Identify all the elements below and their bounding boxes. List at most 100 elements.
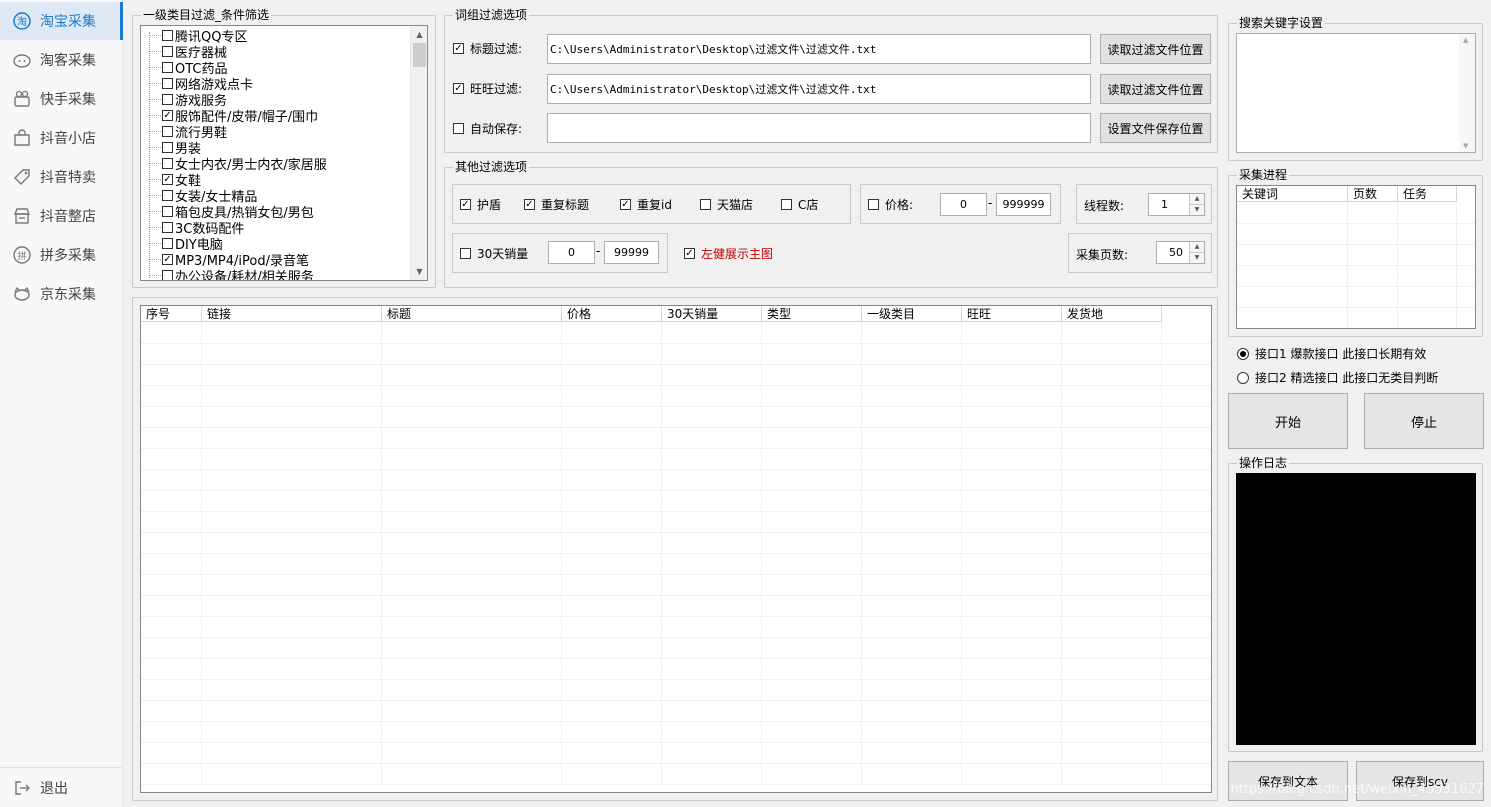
tree-item-checkbox[interactable] [162,157,173,169]
results-table[interactable]: 序号 链接 标题 价格 30天销量 类型 一级类目 旺旺 发货地 [140,305,1212,793]
nav-item-douyin-sale[interactable]: 抖音特卖 [0,158,123,196]
table-cell [562,470,662,491]
read-title-filter-button[interactable]: 读取过滤文件位置 [1100,34,1211,64]
table-cell [202,722,382,743]
table-cell [141,533,202,554]
column-header[interactable]: 类型 [762,306,862,322]
column-header[interactable]: 页数 [1348,186,1398,202]
column-header[interactable]: 标题 [382,306,562,322]
table-cell [141,596,202,617]
scroll-down-icon[interactable]: ▼ [1463,142,1468,150]
auto-save-path-field[interactable] [547,113,1091,143]
title-filter-checkbox[interactable]: 标题过滤: [453,40,522,56]
spin-up-icon[interactable]: ▲ [1189,194,1204,205]
tree-item-checkbox[interactable] [162,93,173,105]
tree-item-checkbox[interactable] [162,269,173,280]
left-click-preview-checkbox[interactable]: 左健展示主图 [684,245,773,262]
read-wangwang-filter-button[interactable]: 读取过滤文件位置 [1100,74,1211,104]
column-header[interactable]: 链接 [202,306,382,322]
duplicate-id-label: 重复id [637,198,672,212]
pages-stepper[interactable]: 50 ▲ ▼ [1156,241,1205,264]
price-min-field[interactable]: 0 [940,193,987,216]
tree-item-checkbox[interactable] [162,109,173,121]
interface2-radio[interactable]: 接口2 精选接口 此接口无类目判断 [1237,369,1438,386]
save-text-button[interactable]: 保存到文本 [1228,761,1348,801]
tmall-checkbox[interactable]: 天猫店 [700,196,753,213]
table-cell [762,512,862,533]
price-max-field[interactable]: 999999 [996,193,1051,216]
column-header[interactable]: 关键词 [1237,186,1348,202]
spin-down-icon[interactable]: ▼ [1189,252,1204,263]
sales30-min-field[interactable]: 0 [548,241,595,264]
set-save-location-button[interactable]: 设置文件保存位置 [1100,113,1211,143]
table-cell [662,575,762,596]
shield-checkbox[interactable]: 护盾 [460,196,501,213]
c-store-checkbox[interactable]: C店 [781,196,818,213]
spin-down-icon[interactable]: ▼ [1189,204,1204,215]
progress-table[interactable]: 关键词 页数 任务 [1236,185,1476,329]
column-header[interactable]: 30天销量 [662,306,762,322]
table-cell [202,701,382,722]
tree-item-checkbox[interactable] [162,237,173,249]
table-cell [1062,470,1162,491]
interface1-radio[interactable]: 接口1 爆款接口 此接口长期有效 [1237,345,1426,362]
column-header[interactable]: 一级类目 [862,306,962,322]
column-header[interactable]: 发货地 [1062,306,1162,322]
exit-button[interactable]: 退出 [0,769,123,807]
title-filter-path-field[interactable]: C:\Users\Administrator\Desktop\过滤文件\过滤文件… [547,34,1091,64]
table-cell [202,617,382,638]
auto-save-checkbox[interactable]: 自动保存: [453,120,522,136]
tree-scrollbar[interactable]: ▲ ▼ [410,26,427,280]
nav-item-jd[interactable]: 京东采集 [0,275,123,313]
sales30-max-field[interactable]: 99999 [604,241,659,264]
table-cell [202,554,382,575]
tree-item-checkbox[interactable] [162,205,173,217]
table-cell [562,386,662,407]
column-header[interactable]: 旺旺 [962,306,1062,322]
nav-item-douyin-store[interactable]: 抖音整店 [0,197,123,235]
tree-item-checkbox[interactable] [162,45,173,57]
stop-button[interactable]: 停止 [1364,393,1484,449]
wangwang-filter-path-field[interactable]: C:\Users\Administrator\Desktop\过滤文件\过滤文件… [547,74,1091,104]
nav-item-douyin-shop[interactable]: 抖音小店 [0,119,123,157]
svg-text:拼: 拼 [17,250,26,262]
nav-item-kuaishou[interactable]: 快手采集 [0,80,123,118]
duplicate-id-checkbox[interactable]: 重复id [620,196,672,213]
table-cell [141,491,202,512]
price-checkbox[interactable]: 价格: [868,196,913,213]
nav-item-pinduoduo[interactable]: 拼 拼多采集 [0,236,123,274]
column-header[interactable]: 任务 [1398,186,1457,202]
log-output[interactable] [1236,473,1476,745]
table-row [1237,245,1475,266]
tree-item-checkbox[interactable] [162,253,173,265]
save-csv-button[interactable]: 保存到scv [1356,761,1484,801]
column-header[interactable]: 序号 [141,306,202,322]
category-tree[interactable]: 腾讯QQ专区 医疗器械 OTC药品 网络游戏点卡 游戏服务 服饰配件/皮带/帽子… [140,25,428,281]
search-keywords-textarea[interactable]: ▲ ▼ [1236,33,1476,153]
duplicate-title-checkbox[interactable]: 重复标题 [524,196,589,213]
tree-item-checkbox[interactable] [162,221,173,233]
scroll-thumb[interactable] [413,43,426,67]
tree-item-checkbox[interactable] [162,125,173,137]
textarea-scrollbar[interactable]: ▲ ▼ [1459,34,1475,152]
spin-up-icon[interactable]: ▲ [1189,242,1204,253]
table-cell [382,638,562,659]
tree-item-checkbox[interactable] [162,189,173,201]
tree-item-checkbox[interactable] [162,29,173,41]
tree-item-checkbox[interactable] [162,77,173,89]
nav-item-taobao[interactable]: 淘 淘宝采集 [0,2,123,40]
threads-stepper[interactable]: 1 ▲ ▼ [1148,193,1205,216]
scroll-down-icon[interactable]: ▼ [411,263,427,280]
scroll-up-icon[interactable]: ▲ [411,26,427,43]
wangwang-filter-checkbox[interactable]: 旺旺过滤: [453,80,522,96]
column-header[interactable]: 价格 [562,306,662,322]
start-button[interactable]: 开始 [1228,393,1348,449]
nav-item-taoke[interactable]: 淘客采集 [0,41,123,79]
sales30-checkbox[interactable]: 30天销量 [460,245,528,262]
tree-item-checkbox[interactable] [162,141,173,153]
table-cell [562,449,662,470]
tree-item-checkbox[interactable] [162,61,173,73]
tree-item-checkbox[interactable] [162,173,173,185]
scroll-up-icon[interactable]: ▲ [1463,36,1468,44]
tree-item[interactable]: 办公设备/耗材/相关服务 [149,267,314,280]
